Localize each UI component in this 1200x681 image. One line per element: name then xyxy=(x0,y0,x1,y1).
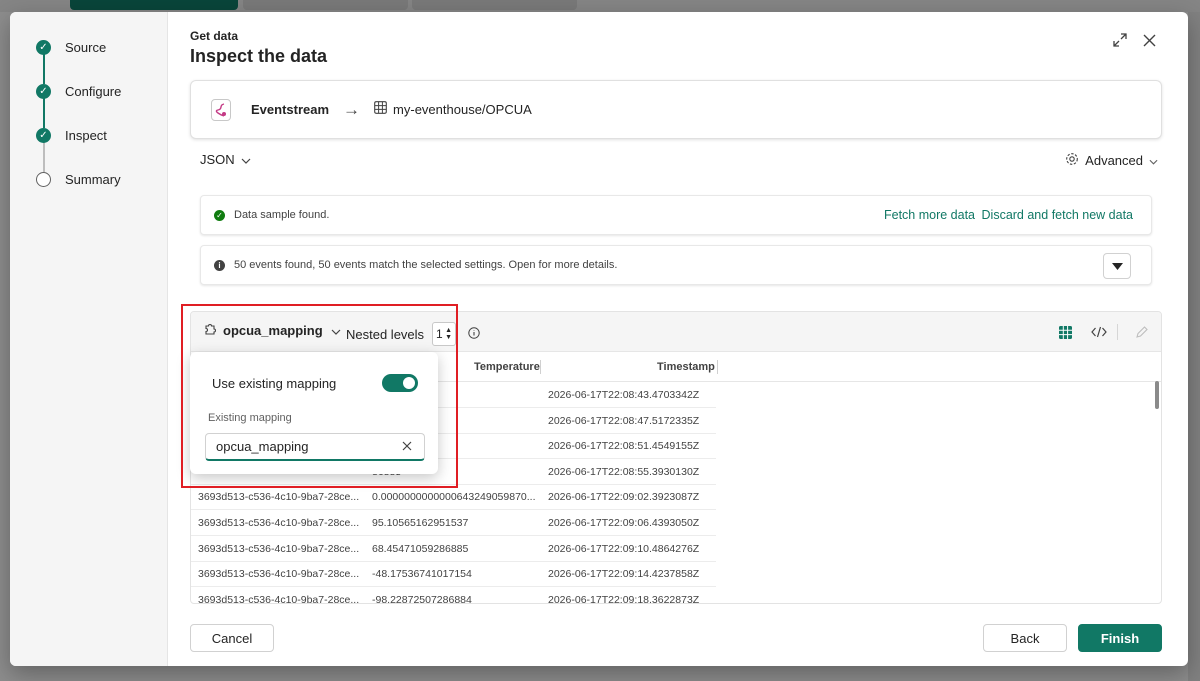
expand-details-button[interactable] xyxy=(1103,253,1131,279)
success-check-icon: ✓ xyxy=(214,209,225,221)
checkmark-icon: ✓ xyxy=(36,83,51,99)
page-title: Inspect the data xyxy=(190,46,328,66)
dialog-kicker: Get data xyxy=(190,29,239,43)
events-info-message: i 50 events found, 50 events match the s… xyxy=(200,245,1152,285)
column-separator xyxy=(717,360,718,374)
data-sample-message: ✓ Data sample found. Fetch more data Dis… xyxy=(200,195,1152,235)
column-header-temperature[interactable]: Temperature xyxy=(474,353,540,381)
checkmark-icon: ✓ xyxy=(36,127,51,143)
table-row: 3693d513-c536-4c10-9ba7-28ce... -48.17536… xyxy=(191,561,1151,587)
step-label: Summary xyxy=(65,171,121,187)
table-row: 3693d513-c536-4c10-9ba7-28ce... -98.22872… xyxy=(191,587,1151,604)
table-view-icon[interactable] xyxy=(1055,322,1075,342)
step-connector xyxy=(43,54,45,84)
discard-fetch-new-data-link[interactable]: Discard and fetch new data xyxy=(982,208,1133,222)
table-row: 3693d513-c536-4c10-9ba7-28ce... 95.105651… xyxy=(191,510,1151,536)
cell-id: 3693d513-c536-4c10-9ba7-28ce... xyxy=(198,568,360,581)
cancel-button[interactable]: Cancel xyxy=(190,624,274,652)
step-inspect[interactable]: ✓ Inspect xyxy=(36,125,107,145)
table-row: 3693d513-c536-4c10-9ba7-28ce... 0.0000000… xyxy=(191,484,1151,510)
table-scrollbar[interactable] xyxy=(1153,381,1161,603)
finish-button[interactable]: Finish xyxy=(1078,624,1162,652)
destination-name: my-eventhouse/OPCUA xyxy=(393,102,532,117)
advanced-dropdown[interactable]: Advanced xyxy=(1065,152,1158,169)
cell-temperature: 68.45471059286885 xyxy=(372,542,469,555)
format-dropdown[interactable]: JSON xyxy=(200,152,251,167)
cell-temperature: 0.0000000000000643249059870... xyxy=(372,491,536,504)
cell-timestamp: 2026-06-17T22:09:18.3622873Z xyxy=(548,593,700,604)
cell-timestamp: 2026-06-17T22:08:55.3930130Z xyxy=(548,465,700,478)
cell-timestamp: 2026-06-17T22:09:02.3923087Z xyxy=(548,491,700,504)
message-text: 50 events found, 50 events match the sel… xyxy=(234,259,618,271)
step-source[interactable]: ✓ Source xyxy=(36,37,106,57)
cell-id: 3693d513-c536-4c10-9ba7-28ce... xyxy=(198,491,360,504)
eventstream-icon xyxy=(211,98,231,121)
column-separator xyxy=(540,360,541,374)
step-connector xyxy=(43,142,45,172)
expand-icon[interactable] xyxy=(1110,30,1130,50)
cell-temperature: 95.10565162951537 xyxy=(372,517,469,529)
cell-id: 3693d513-c536-4c10-9ba7-28ce... xyxy=(198,542,360,555)
source-name: Eventstream xyxy=(251,102,330,117)
cell-id: 3693d513-c536-4c10-9ba7-28ce... xyxy=(198,517,360,529)
cell-timestamp: 2026-06-17T22:09:10.4864276Z xyxy=(548,542,700,555)
cell-timestamp: 2026-06-17T22:08:51.4549155Z xyxy=(548,440,700,453)
checkmark-icon: ✓ xyxy=(36,39,51,55)
close-icon[interactable] xyxy=(1139,30,1159,50)
circle-icon xyxy=(36,171,51,187)
cell-timestamp: 2026-06-17T22:09:14.4237858Z xyxy=(548,568,700,581)
info-circle-icon[interactable] xyxy=(468,326,480,342)
arrow-right-icon: → xyxy=(343,99,361,119)
cell-id: 3693d513-c536-4c10-9ba7-28ce... xyxy=(198,593,360,604)
cell-temperature: -48.17536741017154 xyxy=(372,568,472,581)
column-header-timestamp[interactable]: Timestamp xyxy=(657,353,715,381)
step-summary[interactable]: Summary xyxy=(36,169,121,189)
table-icon xyxy=(374,100,387,119)
step-label: Configure xyxy=(65,83,122,99)
scroll-thumb[interactable] xyxy=(1155,381,1159,409)
cell-temperature: -98.22872507286884 xyxy=(372,593,472,604)
wizard-steps: ✓ Source ✓ Configure ✓ Inspect Summary xyxy=(10,12,168,666)
code-view-icon[interactable] xyxy=(1089,322,1109,342)
source-destination-card: Eventstream → my-eventhouse/OPCUA xyxy=(190,80,1162,139)
chevron-down-icon xyxy=(1149,153,1158,168)
fetch-more-data-link[interactable]: Fetch more data xyxy=(884,208,975,222)
highlight-box xyxy=(181,304,458,488)
gear-icon xyxy=(1065,152,1079,169)
cell-timestamp: 2026-06-17T22:08:43.4703342Z xyxy=(548,389,700,401)
edit-pencil-icon[interactable] xyxy=(1131,322,1151,342)
step-configure[interactable]: ✓ Configure xyxy=(36,81,121,101)
step-label: Inspect xyxy=(65,127,107,143)
step-label: Source xyxy=(65,39,107,55)
format-value: JSON xyxy=(200,152,235,167)
message-text: Data sample found. xyxy=(234,209,330,221)
chevron-down-icon xyxy=(241,152,251,167)
cell-timestamp: 2026-06-17T22:09:06.4393050Z xyxy=(548,517,700,529)
toolbar-divider xyxy=(1117,324,1118,340)
cell-timestamp: 2026-06-17T22:08:47.5172335Z xyxy=(548,414,700,427)
step-connector xyxy=(43,98,45,128)
back-button[interactable]: Back xyxy=(983,624,1067,652)
table-row: 3693d513-c536-4c10-9ba7-28ce... 68.454710… xyxy=(191,536,1151,562)
info-icon: i xyxy=(214,259,225,271)
advanced-label: Advanced xyxy=(1085,153,1143,168)
